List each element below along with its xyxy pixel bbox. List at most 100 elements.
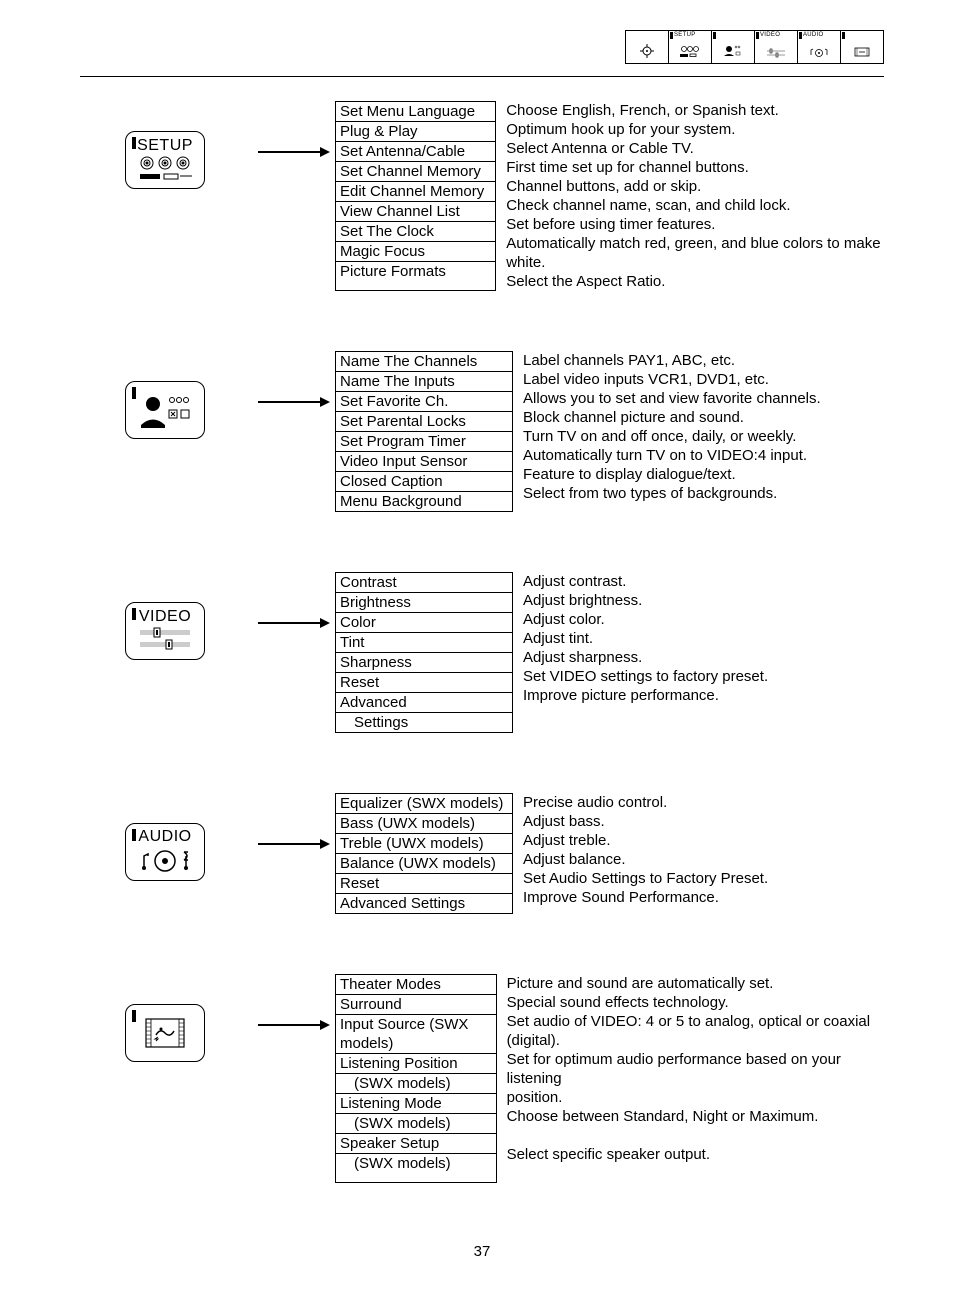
menu-item: Set Menu Language <box>336 102 495 122</box>
description-text: Feature to display dialogue/text. <box>523 465 821 484</box>
description-text: Set audio of VIDEO: 4 or 5 to analog, op… <box>507 1012 884 1050</box>
menu-item: Set Program Timer <box>336 432 512 452</box>
arrow-icon <box>258 622 328 624</box>
top-nav-film <box>840 30 884 64</box>
menu-list: Theater ModesSurroundInput Source (SWX m… <box>335 974 497 1183</box>
menu-item: Settings <box>336 713 512 732</box>
description-text: Check channel name, scan, and child lock… <box>506 196 884 215</box>
description-text <box>507 1164 884 1183</box>
description-text: Adjust sharpness. <box>523 648 768 667</box>
description-text: Improve picture performance. <box>523 686 768 705</box>
description-list: Adjust contrast.Adjust brightness. Adjust… <box>523 572 768 733</box>
menu-item: Listening Position <box>336 1054 496 1074</box>
menu-list: Name The ChannelsName The InputsSet Favo… <box>335 351 513 512</box>
description-text: Improve Sound Performance. <box>523 888 768 907</box>
menu-item: Balance (UWX models) <box>336 854 512 874</box>
arrow-icon <box>258 401 328 403</box>
menu-item: Set Parental Locks <box>336 412 512 432</box>
top-nav-icon-1 <box>625 30 669 64</box>
description-text: Adjust balance. <box>523 850 768 869</box>
description-list: Label channels PAY1, ABC, etc.Label vide… <box>523 351 821 512</box>
menu-item: Plug & Play <box>336 122 495 142</box>
menu-item: Brightness <box>336 593 512 613</box>
description-text: First time set up for channel buttons. <box>506 158 884 177</box>
description-text: Label video inputs VCR1, DVD1, etc. <box>523 370 821 389</box>
video-icon: VIDEO <box>125 602 205 660</box>
description-list: Choose English, French, or Spanish text.… <box>506 101 884 291</box>
description-text: Select the Aspect Ratio. <box>506 272 884 291</box>
description-text <box>523 705 768 724</box>
menu-item: Set The Clock <box>336 222 495 242</box>
description-text: Adjust brightness. <box>523 591 768 610</box>
menu-item: Picture Formats <box>336 262 495 281</box>
page: SETUP VIDEO AUDIO SETUP <box>0 0 954 1300</box>
menu-item: (SWX models) <box>336 1074 496 1094</box>
section-video: VIDEO ContrastBrightnessColorTintSharpne… <box>80 572 884 733</box>
menu-item: Closed Caption <box>336 472 512 492</box>
description-text: Select from two types of backgrounds. <box>523 484 821 503</box>
menu-list: Equalizer (SWX models)Bass (UWX models)T… <box>335 793 513 914</box>
menu-item: View Channel List <box>336 202 495 222</box>
description-text: Choose English, French, or Spanish text. <box>506 101 884 120</box>
description-text: position. <box>507 1088 884 1107</box>
description-text: Choose between Standard, Night or Maximu… <box>507 1107 884 1126</box>
menu-item: Video Input Sensor <box>336 452 512 472</box>
description-list: Picture and sound are automatically set.… <box>507 974 884 1183</box>
section-film: Theater ModesSurroundInput Source (SWX m… <box>80 974 884 1183</box>
top-nav-user <box>711 30 755 64</box>
menu-item: Magic Focus <box>336 242 495 262</box>
description-text: Picture and sound are automatically set. <box>507 974 884 993</box>
menu-item: Reset <box>336 874 512 894</box>
description-list: Precise audio control.Adjust bass.Adjust… <box>523 793 768 914</box>
menu-item: Advanced <box>336 693 512 713</box>
menu-item: Surround <box>336 995 496 1015</box>
menu-item: Contrast <box>336 573 512 593</box>
menu-item: (SWX models) <box>336 1114 496 1134</box>
audio-icon: AUDIO <box>125 823 205 881</box>
menu-item: Color <box>336 613 512 633</box>
description-text: Turn TV on and off once, daily, or weekl… <box>523 427 821 446</box>
description-text: Adjust tint. <box>523 629 768 648</box>
page-number: 37 <box>80 1243 884 1260</box>
menu-item: Edit Channel Memory <box>336 182 495 202</box>
top-nav-setup: SETUP <box>668 30 712 64</box>
menu-item: Name The Inputs <box>336 372 512 392</box>
description-text: Set Audio Settings to Factory Preset. <box>523 869 768 888</box>
menu-item: Theater Modes <box>336 975 496 995</box>
setup-icon: SETUP <box>125 131 205 189</box>
description-text: Automatically turn TV on to VIDEO:4 inpu… <box>523 446 821 465</box>
description-text: Precise audio control. <box>523 793 768 812</box>
description-text: Adjust contrast. <box>523 572 768 591</box>
menu-item: Name The Channels <box>336 352 512 372</box>
menu-list: Set Menu LanguagePlug & PlaySet Antenna/… <box>335 101 496 291</box>
description-text: Set before using timer features. <box>506 215 884 234</box>
description-text: Set VIDEO settings to factory preset. <box>523 667 768 686</box>
arrow-icon <box>258 1024 328 1026</box>
menu-item: Listening Mode <box>336 1094 496 1114</box>
menu-list: ContrastBrightnessColorTintSharpnessRese… <box>335 572 513 733</box>
menu-item: Bass (UWX models) <box>336 814 512 834</box>
menu-item: Tint <box>336 633 512 653</box>
top-navigation-strip: SETUP VIDEO AUDIO <box>80 30 884 77</box>
menu-item: Sharpness <box>336 653 512 673</box>
menu-item: (SWX models) <box>336 1154 496 1173</box>
description-text: Adjust treble. <box>523 831 768 850</box>
description-text: Select specific speaker output. <box>507 1145 884 1164</box>
menu-item: Advanced Settings <box>336 894 512 913</box>
description-text: Label channels PAY1, ABC, etc. <box>523 351 821 370</box>
menu-item: Set Antenna/Cable <box>336 142 495 162</box>
description-text: Automatically match red, green, and blue… <box>506 234 884 272</box>
top-nav-audio: AUDIO <box>797 30 841 64</box>
menu-item: Equalizer (SWX models) <box>336 794 512 814</box>
description-text: Allows you to set and view favorite chan… <box>523 389 821 408</box>
description-text: Select Antenna or Cable TV. <box>506 139 884 158</box>
section-audio: AUDIO Equalizer (SWX models)Bass (UWX mo… <box>80 793 884 914</box>
menu-item: Set Channel Memory <box>336 162 495 182</box>
menu-item: Set Favorite Ch. <box>336 392 512 412</box>
arrow-icon <box>258 151 328 153</box>
description-text: Optimum hook up for your system. <box>506 120 884 139</box>
menu-item: Speaker Setup <box>336 1134 496 1154</box>
description-text: Set for optimum audio performance based … <box>507 1050 884 1088</box>
arrow-icon <box>258 843 328 845</box>
description-text: Channel buttons, add or skip. <box>506 177 884 196</box>
